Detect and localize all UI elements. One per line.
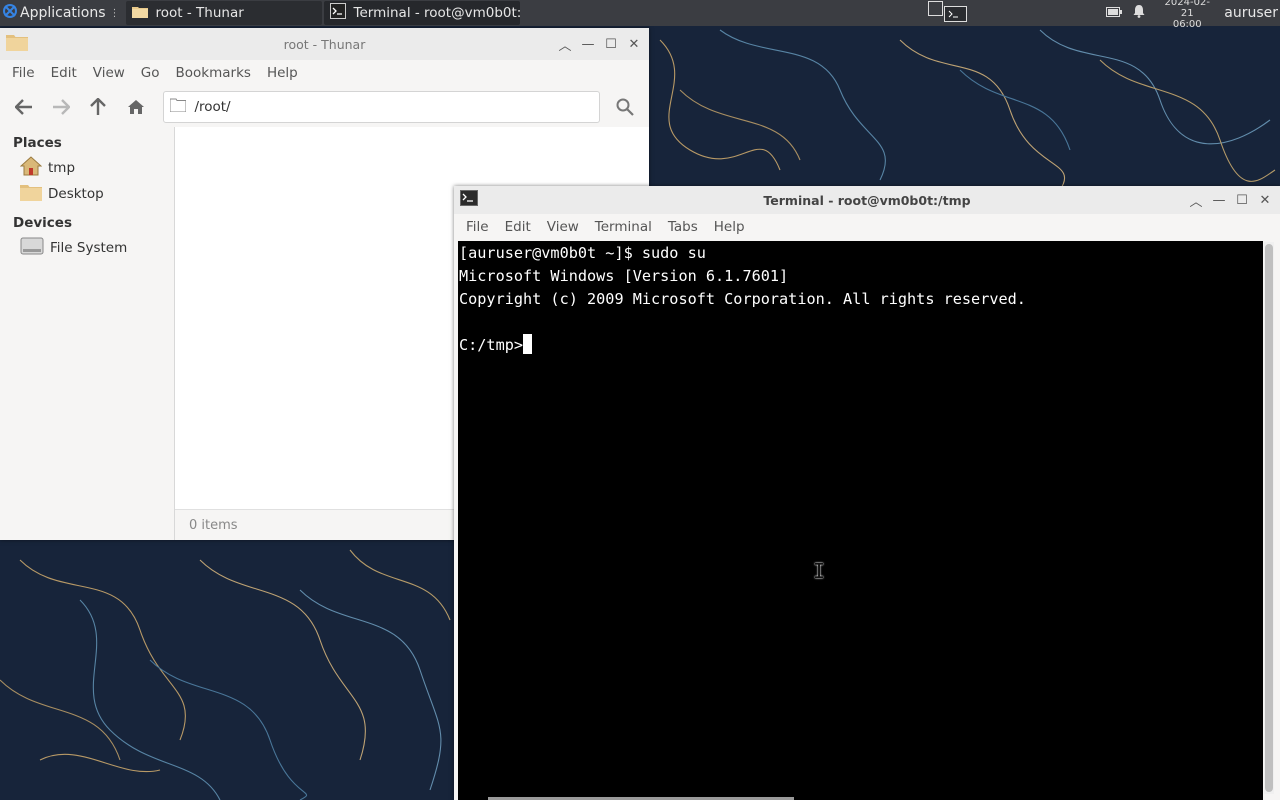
sidebar-item-file-system[interactable]: File System [0,235,174,261]
folder-icon [6,33,28,55]
terminal-line: Copyright (c) 2009 Microsoft Corporation… [459,290,1026,308]
minimize-button[interactable]: — [1208,189,1230,211]
close-button[interactable]: ✕ [1254,189,1276,211]
home-folder-icon [19,156,43,180]
menu-go[interactable]: Go [133,65,168,81]
menu-view[interactable]: View [539,219,587,235]
close-button[interactable]: ✕ [623,33,645,55]
maximize-button[interactable]: ☐ [1231,189,1253,211]
home-icon[interactable] [118,91,153,123]
terminal-screen[interactable]: [auruser@vm0b0t ~]$ sudo su Microsoft Win… [458,241,1263,800]
search-icon[interactable] [608,91,643,123]
terminal-titlebar[interactable]: Terminal - root@vm0b0t:/tmp ︿ — ☐ ✕ [454,186,1280,214]
terminal-line: [auruser@vm0b0t ~]$ sudo su [459,244,706,262]
window-title: Terminal - root@vm0b0t:/tmp [763,192,971,208]
maximize-button[interactable]: ☐ [600,33,622,55]
drive-icon [20,236,44,260]
terminal-prompt-line: C:/tmp> [459,334,1263,357]
sidebar-item-desktop[interactable]: Desktop [0,181,174,207]
thunar-titlebar[interactable]: root - Thunar ︿ — ☐ ✕ [0,28,649,60]
menu-view[interactable]: View [85,65,133,81]
applications-label: Applications [20,5,106,21]
text-cursor [523,334,533,354]
terminal-window: Terminal - root@vm0b0t:/tmp ︿ — ☐ ✕ File… [454,186,1280,800]
sidebar-item-label: tmp [48,160,76,176]
menu-help[interactable]: Help [259,65,306,81]
notifications-bell-icon[interactable] [1132,4,1146,22]
scrollbar-thumb[interactable] [1265,244,1273,792]
forward-arrow-icon[interactable] [43,91,78,123]
minimize-button[interactable]: — [577,33,599,55]
thunar-toolbar: /root/ [0,86,649,129]
clock[interactable]: 2024-02-21 06:00 [1158,0,1216,30]
sidebar: Places tmp Desktop Devices File System [0,127,175,540]
terminal-prompt: C:/tmp> [459,336,524,354]
location-path: /root/ [194,99,231,115]
folder-icon [169,98,187,116]
devices-header: Devices [13,215,72,231]
taskbar-item-label: Terminal - root@vm0b0t:/... [353,5,520,21]
item-count: 0 items [189,517,238,533]
taskbar-item-terminal[interactable]: Terminal - root@vm0b0t:/... [323,1,520,25]
menu-file[interactable]: File [4,65,43,81]
xfce-logo-icon [2,3,18,23]
sidebar-item-tmp[interactable]: tmp [0,155,174,181]
workspace-switcher-icon[interactable] [928,0,968,27]
taskbar-item-label: root - Thunar [155,5,244,21]
terminal-line: Microsoft Windows [Version 6.1.7601] [459,267,789,285]
menu-terminal[interactable]: Terminal [587,219,660,235]
menu-bookmarks[interactable]: Bookmarks [168,65,259,81]
terminal-icon [460,190,478,210]
clock-time: 06:00 [1172,18,1202,30]
user-menu-button[interactable]: auruser [1224,5,1278,21]
terminal-icon [329,3,346,23]
system-tray: 2024-02-21 06:00 auruser [928,0,1280,30]
back-arrow-icon[interactable] [6,91,41,123]
location-bar[interactable]: /root/ [163,91,600,123]
terminal-menubar: File Edit View Terminal Tabs Help [454,214,1280,240]
places-header: Places [13,135,62,151]
sidebar-item-label: File System [50,240,128,256]
shade-button[interactable]: ︿ [1185,189,1207,211]
window-title: root - Thunar [283,36,366,52]
terminal-scrollbar[interactable] [1264,242,1274,794]
clock-date: 2024-02-21 [1164,0,1210,19]
shade-button[interactable]: ︿ [554,33,576,55]
folder-icon [20,183,42,205]
applications-menu-button[interactable]: Applications ⋮ [0,0,124,26]
sidebar-item-label: Desktop [48,186,104,202]
mouse-ibeam-cursor-icon: I [813,559,826,583]
menu-file[interactable]: File [458,219,497,235]
menu-tabs[interactable]: Tabs [660,219,706,235]
menu-edit[interactable]: Edit [43,65,85,81]
menu-edit[interactable]: Edit [497,219,539,235]
thunar-menubar: File Edit View Go Bookmarks Help [0,60,649,86]
menu-dots-icon: ⋮ [109,7,120,19]
top-panel: Applications ⋮ root - Thunar Terminal - … [0,0,1280,30]
menu-help[interactable]: Help [706,219,753,235]
battery-icon[interactable] [1106,6,1123,21]
folder-icon [131,5,148,22]
up-arrow-icon[interactable] [81,91,116,123]
taskbar-item-thunar[interactable]: root - Thunar [125,1,322,25]
